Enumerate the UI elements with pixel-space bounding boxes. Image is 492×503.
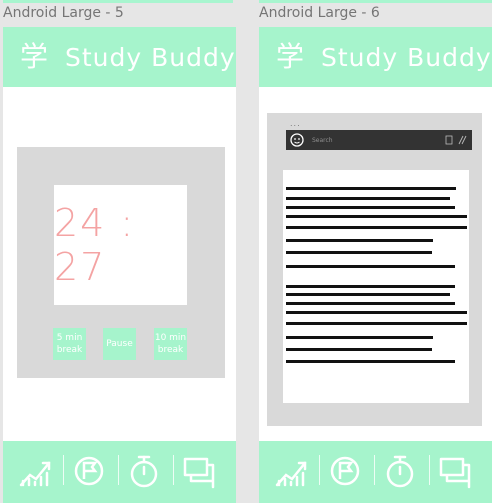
search-input[interactable] xyxy=(312,134,432,146)
frame-label-6: Android Large - 6 xyxy=(259,5,380,21)
study-logo-icon: 学 xyxy=(19,40,48,73)
text-line xyxy=(286,293,450,296)
text-line xyxy=(286,311,467,314)
timer-display: 24 : 27 xyxy=(54,201,136,289)
app-title: Study Buddy xyxy=(321,42,492,72)
five-min-break-button[interactable]: 5 min break xyxy=(53,328,86,360)
timer-panel: 24 : 27 5 min break Pause 10 min break xyxy=(17,147,225,378)
text-line xyxy=(286,302,455,305)
frame-label-5: Android Large - 5 xyxy=(3,5,124,21)
pause-button[interactable]: Pause xyxy=(103,328,136,360)
text-line xyxy=(286,206,455,209)
text-line xyxy=(286,285,455,288)
edit-icon[interactable] xyxy=(445,135,467,145)
search-bar xyxy=(286,130,472,150)
stats-icon[interactable] xyxy=(15,451,55,491)
document-page xyxy=(283,170,469,403)
study-logo-icon: 学 xyxy=(275,40,304,73)
ten-min-break-button[interactable]: 10 min break xyxy=(154,328,187,360)
nav-divider xyxy=(173,455,174,485)
text-line xyxy=(286,226,467,229)
frame-top-edge xyxy=(3,0,233,3)
nav-divider xyxy=(374,455,375,485)
stats-icon[interactable] xyxy=(271,451,311,491)
overflow-dots: ... xyxy=(290,119,301,128)
text-line xyxy=(286,336,433,339)
chat-icon[interactable] xyxy=(179,451,219,491)
text-line xyxy=(286,187,456,190)
frame-top-edge xyxy=(259,0,492,3)
text-line xyxy=(286,322,467,325)
text-line xyxy=(286,239,433,242)
android-frame-reader: 学 Study Buddy ... xyxy=(259,27,492,503)
stopwatch-icon[interactable] xyxy=(124,451,164,491)
flag-icon[interactable] xyxy=(325,451,365,491)
text-line xyxy=(286,360,455,363)
nav-divider xyxy=(429,455,430,485)
stopwatch-icon[interactable] xyxy=(380,451,420,491)
text-line xyxy=(286,348,432,351)
flag-icon[interactable] xyxy=(69,451,109,491)
chat-icon[interactable] xyxy=(435,451,475,491)
app-header: 学 Study Buddy xyxy=(3,27,236,87)
nav-divider xyxy=(63,455,64,485)
app-header: 学 Study Buddy xyxy=(259,27,492,87)
bottom-nav xyxy=(3,441,236,503)
nav-divider xyxy=(319,455,320,485)
text-line xyxy=(286,265,455,268)
text-line xyxy=(286,251,432,254)
app-title: Study Buddy xyxy=(65,42,236,72)
bottom-nav xyxy=(259,441,492,503)
text-line xyxy=(286,197,450,200)
android-frame-timer: 学 Study Buddy 24 : 27 5 min break Pause … xyxy=(3,27,236,503)
reader-panel: ... xyxy=(267,113,482,426)
text-line xyxy=(286,215,467,218)
face-icon[interactable] xyxy=(290,133,304,147)
nav-divider xyxy=(118,455,119,485)
timer-display-box: 24 : 27 xyxy=(54,185,187,305)
